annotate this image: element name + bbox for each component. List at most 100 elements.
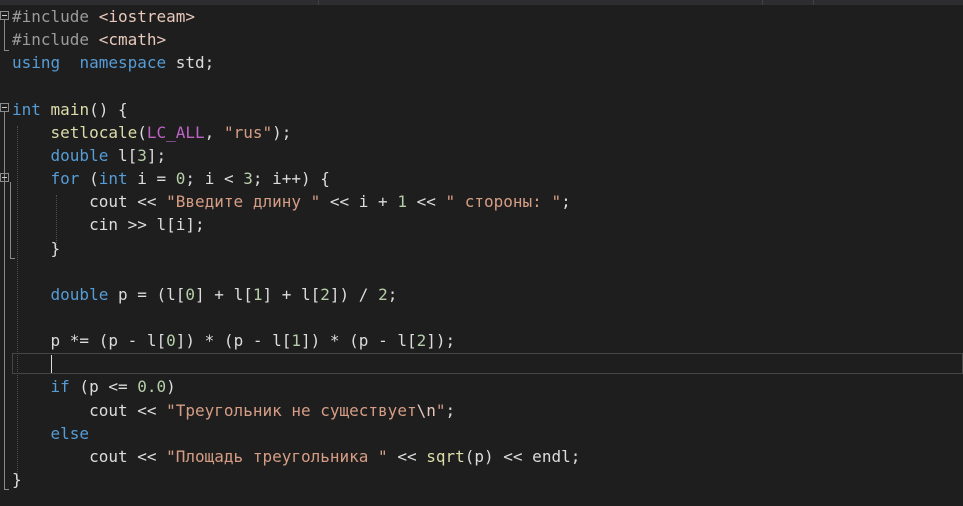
code-line[interactable]: cout << "Площадь треугольника " << sqrt(…: [12, 445, 580, 468]
code-token: p = (l[: [108, 284, 186, 304]
fold-bracket: [4, 20, 5, 51]
code-token: <iostream>: [98, 7, 196, 26]
code-line[interactable]: else: [12, 422, 90, 445]
collapse-icon[interactable]: [0, 11, 9, 20]
code-line[interactable]: cin >> l[i];: [12, 213, 205, 236]
code-token: int: [12, 99, 41, 119]
code-token: 3: [137, 145, 147, 165]
code-token: () {: [89, 99, 128, 119]
code-token: using: [12, 53, 61, 73]
code-token: ] + l[: [195, 284, 253, 304]
code-token: else: [50, 423, 90, 443]
code-token: ]) * (p - l[: [301, 331, 417, 351]
fold-bracket: [4, 112, 5, 490]
code-token: ; i <: [185, 169, 244, 189]
code-token: " стороны: ": [445, 192, 562, 212]
code-token: (p <=: [69, 377, 138, 397]
code-token: (: [79, 169, 99, 189]
code-token: 0: [185, 284, 196, 304]
code-line[interactable]: cout << "Введите длину " << i + 1 << " с…: [12, 190, 571, 213]
code-token: <<: [387, 446, 427, 466]
code-token: "Площадь треугольника ": [166, 446, 388, 466]
tab-strip-segment: [319, 0, 763, 5]
code-token: cout <<: [12, 446, 167, 466]
collapse-icon[interactable]: [0, 173, 9, 182]
code-token: #include: [12, 30, 99, 50]
code-token: 0: [175, 169, 186, 189]
text-caret: [51, 355, 52, 373]
code-token: ; i++) {: [252, 169, 330, 189]
code-token: sqrt: [426, 446, 465, 466]
code-token: \n: [416, 400, 436, 420]
code-token: 0: [166, 331, 176, 351]
code-token: (: [137, 122, 147, 142]
code-token: );: [272, 122, 292, 142]
code-token: double: [50, 145, 109, 165]
code-token: ): [166, 377, 176, 397]
fold-bracket-end: [4, 50, 9, 51]
code-line[interactable]: if (p <= 0.0): [12, 375, 176, 398]
fold-bracket-end: [4, 489, 9, 490]
code-line[interactable]: setlocale(LC_ALL, "rus");: [12, 121, 292, 144]
code-token: ;: [445, 400, 456, 420]
code-token: int: [98, 169, 128, 189]
code-token: LC_ALL: [146, 122, 205, 142]
code-token: }: [12, 470, 22, 489]
code-token: ]) /: [329, 284, 379, 304]
code-line[interactable]: for (int i = 0; i < 3; i++) {: [12, 167, 330, 190]
code-line[interactable]: #include <iostream>: [12, 5, 195, 28]
code-token: i =: [127, 169, 176, 189]
code-line[interactable]: int main() {: [12, 98, 128, 121]
code-token: 2: [416, 331, 427, 351]
code-line[interactable]: double l[3];: [12, 144, 167, 167]
code-token: ;: [561, 192, 571, 212]
code-token: cin >> l[i];: [12, 215, 205, 235]
code-token: 2: [378, 284, 388, 304]
code-token: "Треугольник не существует: [166, 400, 417, 420]
code-token: 1: [291, 331, 301, 351]
code-line[interactable]: }: [12, 237, 61, 260]
code-token: #include: [12, 7, 99, 26]
code-token: 1: [397, 192, 407, 212]
code-token: cout <<: [12, 192, 167, 212]
code-line[interactable]: double p = (l[0] + l[1] + l[2]) / 2;: [12, 283, 398, 306]
code-line[interactable]: p *= (p - l[0]) * (p - l[1]) * (p - l[2]…: [12, 329, 456, 352]
code-token: for: [50, 169, 80, 189]
code-token: << i +: [320, 192, 398, 212]
code-token: <cmath>: [98, 30, 167, 50]
current-line-highlight: [12, 353, 963, 374]
collapse-icon[interactable]: [0, 103, 9, 112]
code-token: "Введите длину ": [166, 192, 321, 212]
code-token: ;: [387, 284, 398, 304]
code-line[interactable]: }: [12, 468, 22, 491]
code-line[interactable]: using namespace std;: [12, 51, 214, 74]
code-token: <<: [406, 192, 446, 212]
code-line[interactable]: cout << "Треугольник не существует\n";: [12, 399, 455, 422]
code-token: ];: [146, 145, 167, 165]
code-token: l[: [108, 145, 138, 165]
code-token: main: [50, 99, 90, 119]
code-token: 3: [243, 169, 253, 189]
code-token: ,: [204, 122, 224, 142]
code-token: p *= (p - l[: [12, 331, 167, 351]
code-token: double: [50, 284, 109, 304]
code-token: }: [12, 238, 61, 258]
code-token: setlocale: [50, 122, 138, 142]
code-token: if: [50, 377, 70, 397]
code-token: "rus": [223, 122, 273, 142]
code-token: ]);: [426, 331, 456, 351]
code-token: ]) * (p - l[: [175, 331, 292, 351]
code-token: 2: [320, 284, 330, 304]
code-token: ] + l[: [262, 284, 321, 304]
code-token: namespace: [79, 53, 167, 73]
code-line[interactable]: #include <cmath>: [12, 28, 166, 51]
code-token: 0.0: [137, 377, 167, 397]
